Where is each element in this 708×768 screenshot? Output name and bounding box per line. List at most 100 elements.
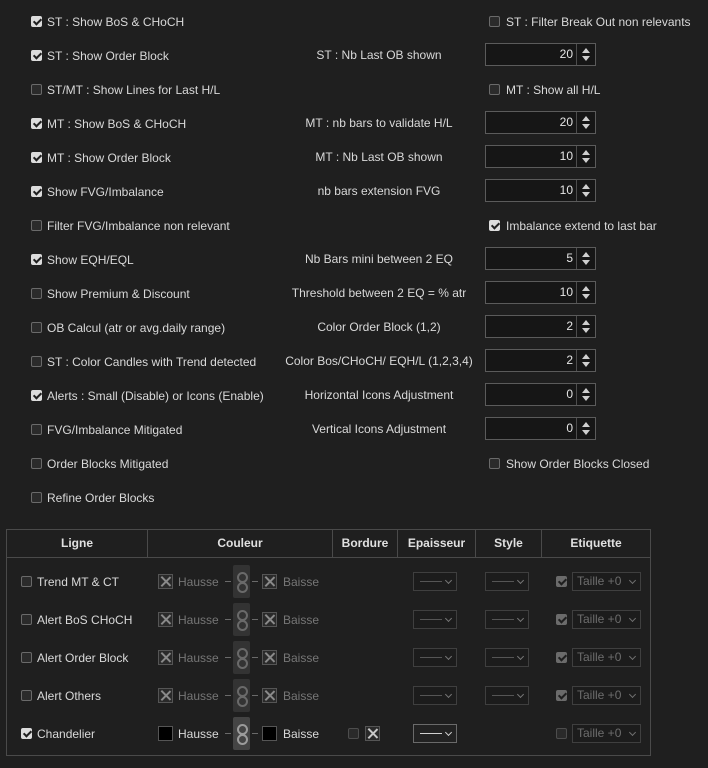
spinner-bars-extension-fvg[interactable]: 10 (485, 179, 596, 202)
checkbox-alert-order-block[interactable] (21, 652, 32, 663)
checkbox-bordure[interactable] (348, 728, 359, 739)
spinner-vertical-icons[interactable]: 0 (485, 417, 596, 440)
hausse-color-swatch[interactable] (158, 650, 173, 665)
checkbox-show-fvg-imbalance[interactable] (31, 186, 42, 197)
arrow-down-icon[interactable] (582, 294, 590, 299)
checkbox-show-premium-discount[interactable] (31, 288, 42, 299)
checkbox-refine-order-blocks[interactable] (31, 492, 42, 503)
style-dropdown[interactable] (485, 572, 529, 591)
baisse-color-swatch[interactable] (262, 726, 277, 741)
arrow-up-icon[interactable] (582, 422, 590, 427)
checkbox-st-mt-show-lines-last-hl[interactable] (31, 84, 42, 95)
epaisseur-dropdown[interactable] (413, 648, 457, 667)
checkbox-ob-calcul[interactable] (31, 322, 42, 333)
arrow-up-icon[interactable] (582, 354, 590, 359)
hausse-color-swatch[interactable] (158, 688, 173, 703)
spinner-color-bos-choch[interactable]: 2 (485, 349, 596, 372)
arrow-down-icon[interactable] (582, 56, 590, 61)
baisse-color-swatch[interactable] (262, 650, 277, 665)
hausse-color-swatch[interactable] (158, 726, 173, 741)
checkbox-st-show-bos-choch[interactable] (31, 16, 42, 27)
spinner-arrows[interactable] (576, 282, 595, 303)
checkbox-alerts-small-icons[interactable] (31, 390, 42, 401)
style-dropdown[interactable] (485, 648, 529, 667)
arrow-up-icon[interactable] (582, 48, 590, 53)
checkbox-alert-bos-choch[interactable] (21, 614, 32, 625)
checkbox-fvg-mitigated[interactable] (31, 424, 42, 435)
epaisseur-dropdown[interactable] (413, 610, 457, 629)
checkbox-trend-mt-ct[interactable] (21, 576, 32, 587)
spinner-arrows[interactable] (576, 384, 595, 405)
checkbox-show-eqh-eql[interactable] (31, 254, 42, 265)
spinner-arrows[interactable] (576, 350, 595, 371)
checkbox-etiquette[interactable] (556, 576, 567, 587)
bordure-color-swatch[interactable] (365, 726, 380, 741)
taille-dropdown[interactable]: Taille +0 (572, 572, 641, 591)
taille-dropdown[interactable]: Taille +0 (572, 686, 641, 705)
checkbox-etiquette[interactable] (556, 652, 567, 663)
taille-dropdown[interactable]: Taille +0 (572, 610, 641, 629)
spinner-arrows[interactable] (576, 418, 595, 439)
spinner-arrows[interactable] (576, 146, 595, 167)
checkbox-order-blocks-mitigated[interactable] (31, 458, 42, 469)
style-dropdown[interactable] (485, 686, 529, 705)
checkbox-st-show-order-block[interactable] (31, 50, 42, 61)
link-colors-icon[interactable] (233, 641, 250, 674)
checkbox-chandelier[interactable] (21, 728, 32, 739)
arrow-down-icon[interactable] (582, 124, 590, 129)
checkbox-imbalance-extend[interactable] (489, 220, 500, 231)
arrow-down-icon[interactable] (582, 362, 590, 367)
spinner-threshold-eq[interactable]: 10 (485, 281, 596, 304)
arrow-up-icon[interactable] (582, 388, 590, 393)
epaisseur-dropdown[interactable] (413, 724, 457, 743)
hausse-color-swatch[interactable] (158, 574, 173, 589)
spinner-color-order-block[interactable]: 2 (485, 315, 596, 338)
checkbox-st-color-candles[interactable] (31, 356, 42, 367)
spinner-arrows[interactable] (576, 316, 595, 337)
link-colors-icon[interactable] (233, 717, 250, 750)
arrow-up-icon[interactable] (582, 286, 590, 291)
arrow-up-icon[interactable] (582, 252, 590, 257)
spinner-arrows[interactable] (576, 248, 595, 269)
link-colors-icon[interactable] (233, 565, 250, 598)
checkbox-etiquette[interactable] (556, 690, 567, 701)
arrow-up-icon[interactable] (582, 184, 590, 189)
checkbox-show-ob-closed[interactable] (489, 458, 500, 469)
link-colors-icon[interactable] (233, 603, 250, 636)
epaisseur-dropdown[interactable] (413, 572, 457, 591)
arrow-down-icon[interactable] (582, 328, 590, 333)
arrow-up-icon[interactable] (582, 116, 590, 121)
spinner-st-nb-last-ob[interactable]: 20 (485, 43, 596, 66)
checkbox-mt-show-all-hl[interactable] (489, 84, 500, 95)
spinner-mt-bars-validate[interactable]: 20 (485, 111, 596, 134)
hausse-color-swatch[interactable] (158, 612, 173, 627)
arrow-down-icon[interactable] (582, 192, 590, 197)
spinner-mt-nb-last-ob[interactable]: 10 (485, 145, 596, 168)
baisse-color-swatch[interactable] (262, 688, 277, 703)
arrow-down-icon[interactable] (582, 396, 590, 401)
link-colors-icon[interactable] (233, 679, 250, 712)
baisse-color-swatch[interactable] (262, 612, 277, 627)
spinner-arrows[interactable] (576, 112, 595, 133)
baisse-color-swatch[interactable] (262, 574, 277, 589)
arrow-up-icon[interactable] (582, 320, 590, 325)
spinner-arrows[interactable] (576, 180, 595, 201)
checkbox-mt-show-order-block[interactable] (31, 152, 42, 163)
checkbox-st-filter-breakout[interactable] (489, 16, 500, 27)
spinner-arrows[interactable] (576, 44, 595, 65)
arrow-down-icon[interactable] (582, 158, 590, 163)
spinner-horizontal-icons[interactable]: 0 (485, 383, 596, 406)
taille-dropdown[interactable]: Taille +0 (572, 724, 641, 743)
checkbox-etiquette[interactable] (556, 614, 567, 625)
style-dropdown[interactable] (485, 610, 529, 629)
taille-dropdown[interactable]: Taille +0 (572, 648, 641, 667)
epaisseur-dropdown[interactable] (413, 686, 457, 705)
checkbox-mt-show-bos-choch[interactable] (31, 118, 42, 129)
arrow-down-icon[interactable] (582, 430, 590, 435)
arrow-down-icon[interactable] (582, 260, 590, 265)
checkbox-filter-fvg-non-relevant[interactable] (31, 220, 42, 231)
checkbox-alert-others[interactable] (21, 690, 32, 701)
checkbox-etiquette[interactable] (556, 728, 567, 739)
spinner-nb-bars-mini-eq[interactable]: 5 (485, 247, 596, 270)
arrow-up-icon[interactable] (582, 150, 590, 155)
